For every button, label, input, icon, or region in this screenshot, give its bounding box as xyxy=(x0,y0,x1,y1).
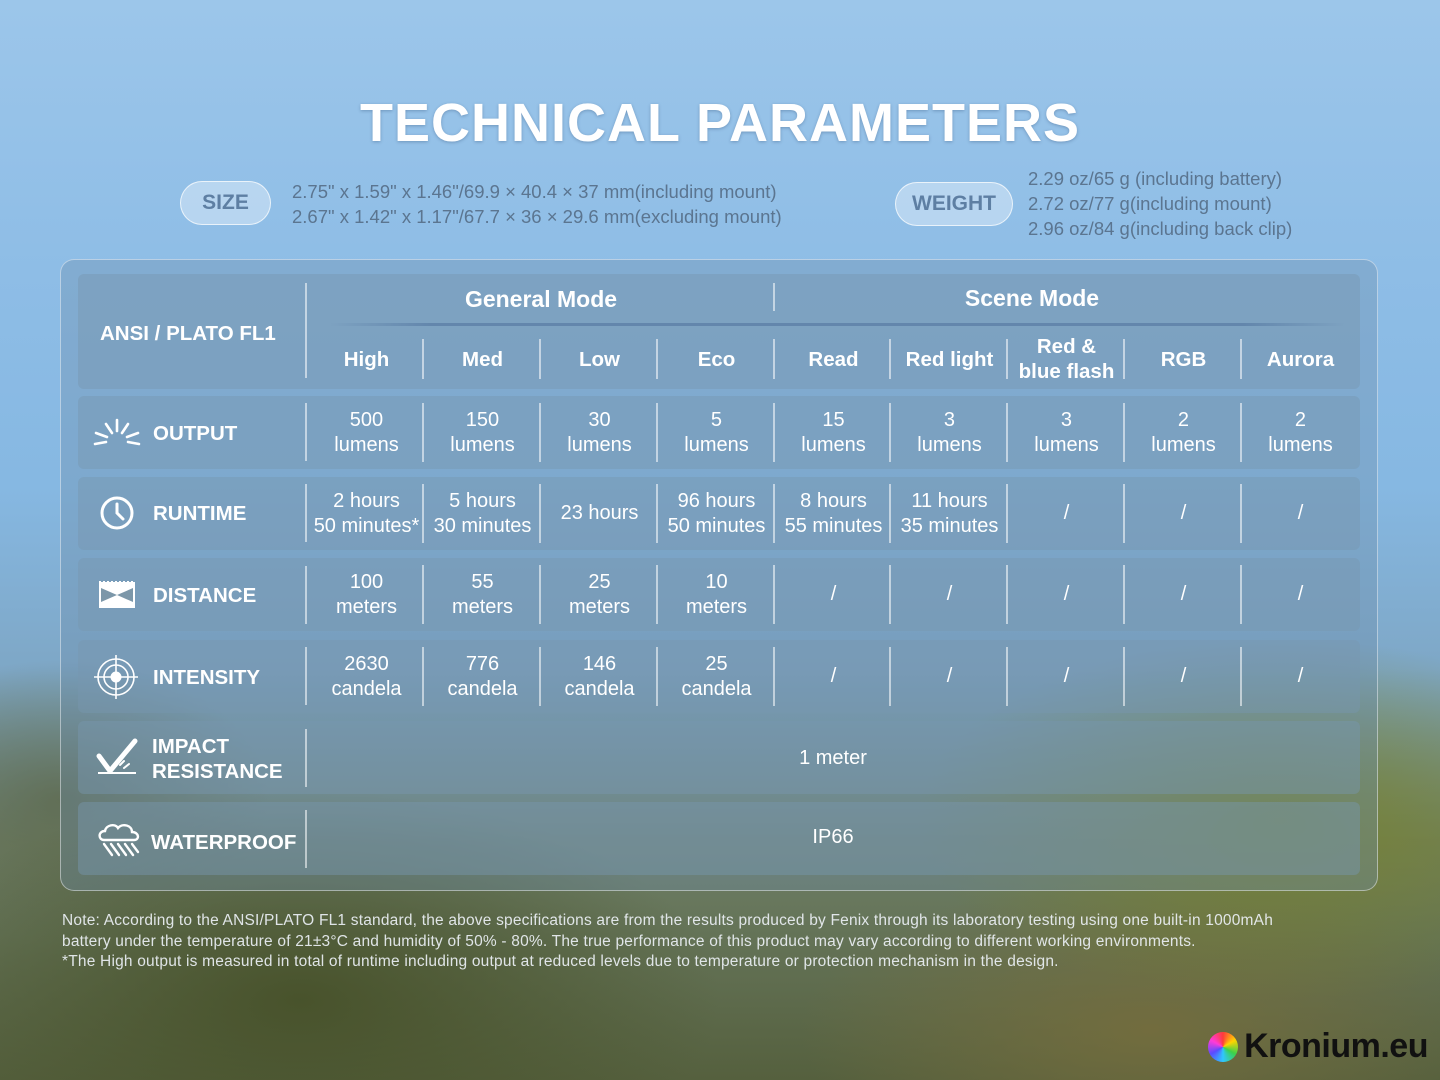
general-mode-heading: General Mode xyxy=(464,285,618,312)
waterproof-label: WATERPROOF xyxy=(151,830,297,854)
label-column-divider xyxy=(305,810,307,868)
brand-watermark: Kronium.eu xyxy=(1208,1027,1428,1066)
rain-cloud-icon xyxy=(98,823,140,857)
footnote: Note: According to the ANSI/PLATO FL1 st… xyxy=(62,911,1392,973)
footnote-line-3: *The High output is measured in total of… xyxy=(62,953,1059,970)
runtime-low-value: 23 hours xyxy=(560,502,639,524)
intensity-high-value: 2630 candela xyxy=(331,652,402,700)
intensity-eco-value: 25 candela xyxy=(681,652,752,700)
output-red-blue-flash-value: 3 lumens xyxy=(1034,408,1099,456)
distance-rgb-value: / xyxy=(1180,583,1187,605)
distance-high-value: 100 meters xyxy=(335,570,398,618)
distance-icon xyxy=(99,581,135,608)
distance-eco-value: 10 meters xyxy=(685,570,748,618)
column-divider xyxy=(1123,339,1125,379)
mode-header-red-blue-flash: Red & blue flash xyxy=(1018,335,1115,383)
distance-read-value: / xyxy=(830,583,837,605)
label-column-divider xyxy=(305,647,307,705)
column-divider xyxy=(1006,339,1008,379)
intensity-rgb-value: / xyxy=(1180,665,1187,687)
footnote-line-2: battery under the temperature of 21±3°C … xyxy=(62,932,1196,950)
intensity-read-value: / xyxy=(830,665,837,687)
label-column-divider xyxy=(305,484,307,542)
runtime-read-value: 8 hours 55 minutes xyxy=(784,489,883,537)
label-column-divider xyxy=(305,729,307,787)
runtime-label: RUNTIME xyxy=(153,501,247,525)
distance-aurora-value: / xyxy=(1297,583,1304,605)
intensity-label: INTENSITY xyxy=(153,665,261,689)
standard-label: ANSI / PLATO FL1 xyxy=(100,321,276,345)
distance-red-light-value: / xyxy=(946,583,953,605)
runtime-eco-value: 96 hours 50 minutes xyxy=(667,489,766,537)
runtime-rgb-value: / xyxy=(1180,502,1187,524)
mode-header-med: Med xyxy=(462,347,503,371)
runtime-med-value: 5 hours 30 minutes xyxy=(433,489,532,537)
impact-check-icon xyxy=(96,738,138,774)
distance-label: DISTANCE xyxy=(153,583,257,607)
runtime-high-value: 2 hours 50 minutes* xyxy=(313,489,420,537)
clock-icon xyxy=(100,496,134,530)
size-badge: SIZE xyxy=(180,181,271,225)
weight-line-back-clip: 2.96 oz/84 g(including back clip) xyxy=(1028,218,1293,239)
intensity-red-light-value: / xyxy=(946,665,953,687)
output-burst-icon xyxy=(93,418,141,446)
target-icon xyxy=(94,655,138,699)
output-eco-value: 5 lumens xyxy=(684,408,749,456)
column-divider xyxy=(1240,339,1242,379)
runtime-red-blue-flash-value: / xyxy=(1063,502,1070,524)
output-aurora-value: 2 lumens xyxy=(1268,408,1333,456)
runtime-red-light-value: 11 hours 35 minutes xyxy=(900,489,999,537)
output-label: OUTPUT xyxy=(153,421,238,445)
intensity-med-value: 776 candela xyxy=(447,652,518,700)
output-read-value: 15 lumens xyxy=(801,408,866,456)
output-rgb-value: 2 lumens xyxy=(1151,408,1216,456)
column-divider xyxy=(539,339,541,379)
brand-logo-icon xyxy=(1208,1031,1239,1062)
mode-header-rgb: RGB xyxy=(1160,347,1207,371)
runtime-aurora-value: / xyxy=(1297,502,1304,524)
mode-header-aurora: Aurora xyxy=(1266,347,1335,371)
size-line-including-mount: 2.75" x 1.59" x 1.46"/69.9 × 40.4 × 37 m… xyxy=(292,181,777,202)
column-divider xyxy=(773,339,775,379)
weight-line-battery: 2.29 oz/65 g (including battery) xyxy=(1028,168,1283,189)
size-line-excluding-mount: 2.67" x 1.42" x 1.17"/67.7 × 36 × 29.6 m… xyxy=(292,206,782,227)
header-divider xyxy=(330,323,1345,326)
weight-badge: WEIGHT xyxy=(895,182,1013,226)
waterproof-value: IP66 xyxy=(812,825,854,848)
mode-header-read: Read xyxy=(808,347,859,371)
mode-header-low: Low xyxy=(579,347,620,371)
weight-line-mount: 2.72 oz/77 g(including mount) xyxy=(1028,193,1272,214)
brand-name: Kronium.eu xyxy=(1244,1027,1428,1065)
page-title: TECHNICAL PARAMETERS xyxy=(359,93,1081,153)
scene-mode-heading: Scene Mode xyxy=(964,284,1100,311)
output-med-value: 150 lumens xyxy=(450,408,515,456)
output-high-value: 500 lumens xyxy=(334,408,399,456)
intensity-aurora-value: / xyxy=(1297,665,1304,687)
distance-low-value: 25 meters xyxy=(568,570,631,618)
weight-specs: 2.29 oz/65 g (including battery) 2.72 oz… xyxy=(1028,166,1292,241)
column-divider xyxy=(422,339,424,379)
column-divider xyxy=(889,339,891,379)
label-column-divider xyxy=(305,283,307,378)
group-divider xyxy=(773,283,775,311)
mode-header-red-light: Red light xyxy=(905,347,994,371)
impact-resistance-value: 1 meter xyxy=(799,746,867,769)
size-specs: 2.75" x 1.59" x 1.46"/69.9 × 40.4 × 37 m… xyxy=(292,179,782,229)
output-low-value: 30 lumens xyxy=(567,408,632,456)
label-column-divider xyxy=(305,566,307,624)
label-column-divider xyxy=(305,403,307,461)
mode-header-eco: Eco xyxy=(697,347,736,371)
intensity-low-value: 146 candela xyxy=(564,652,635,700)
footnote-line-1: Note: According to the ANSI/PLATO FL1 st… xyxy=(62,912,1274,929)
distance-med-value: 55 meters xyxy=(451,570,514,618)
mode-header-high: High xyxy=(343,347,390,371)
column-divider xyxy=(656,339,658,379)
output-red-light-value: 3 lumens xyxy=(917,408,982,456)
distance-red-blue-flash-value: / xyxy=(1063,583,1070,605)
impact-resistance-label: IMPACT RESISTANCE xyxy=(152,735,283,783)
intensity-red-blue-flash-value: / xyxy=(1063,665,1070,687)
